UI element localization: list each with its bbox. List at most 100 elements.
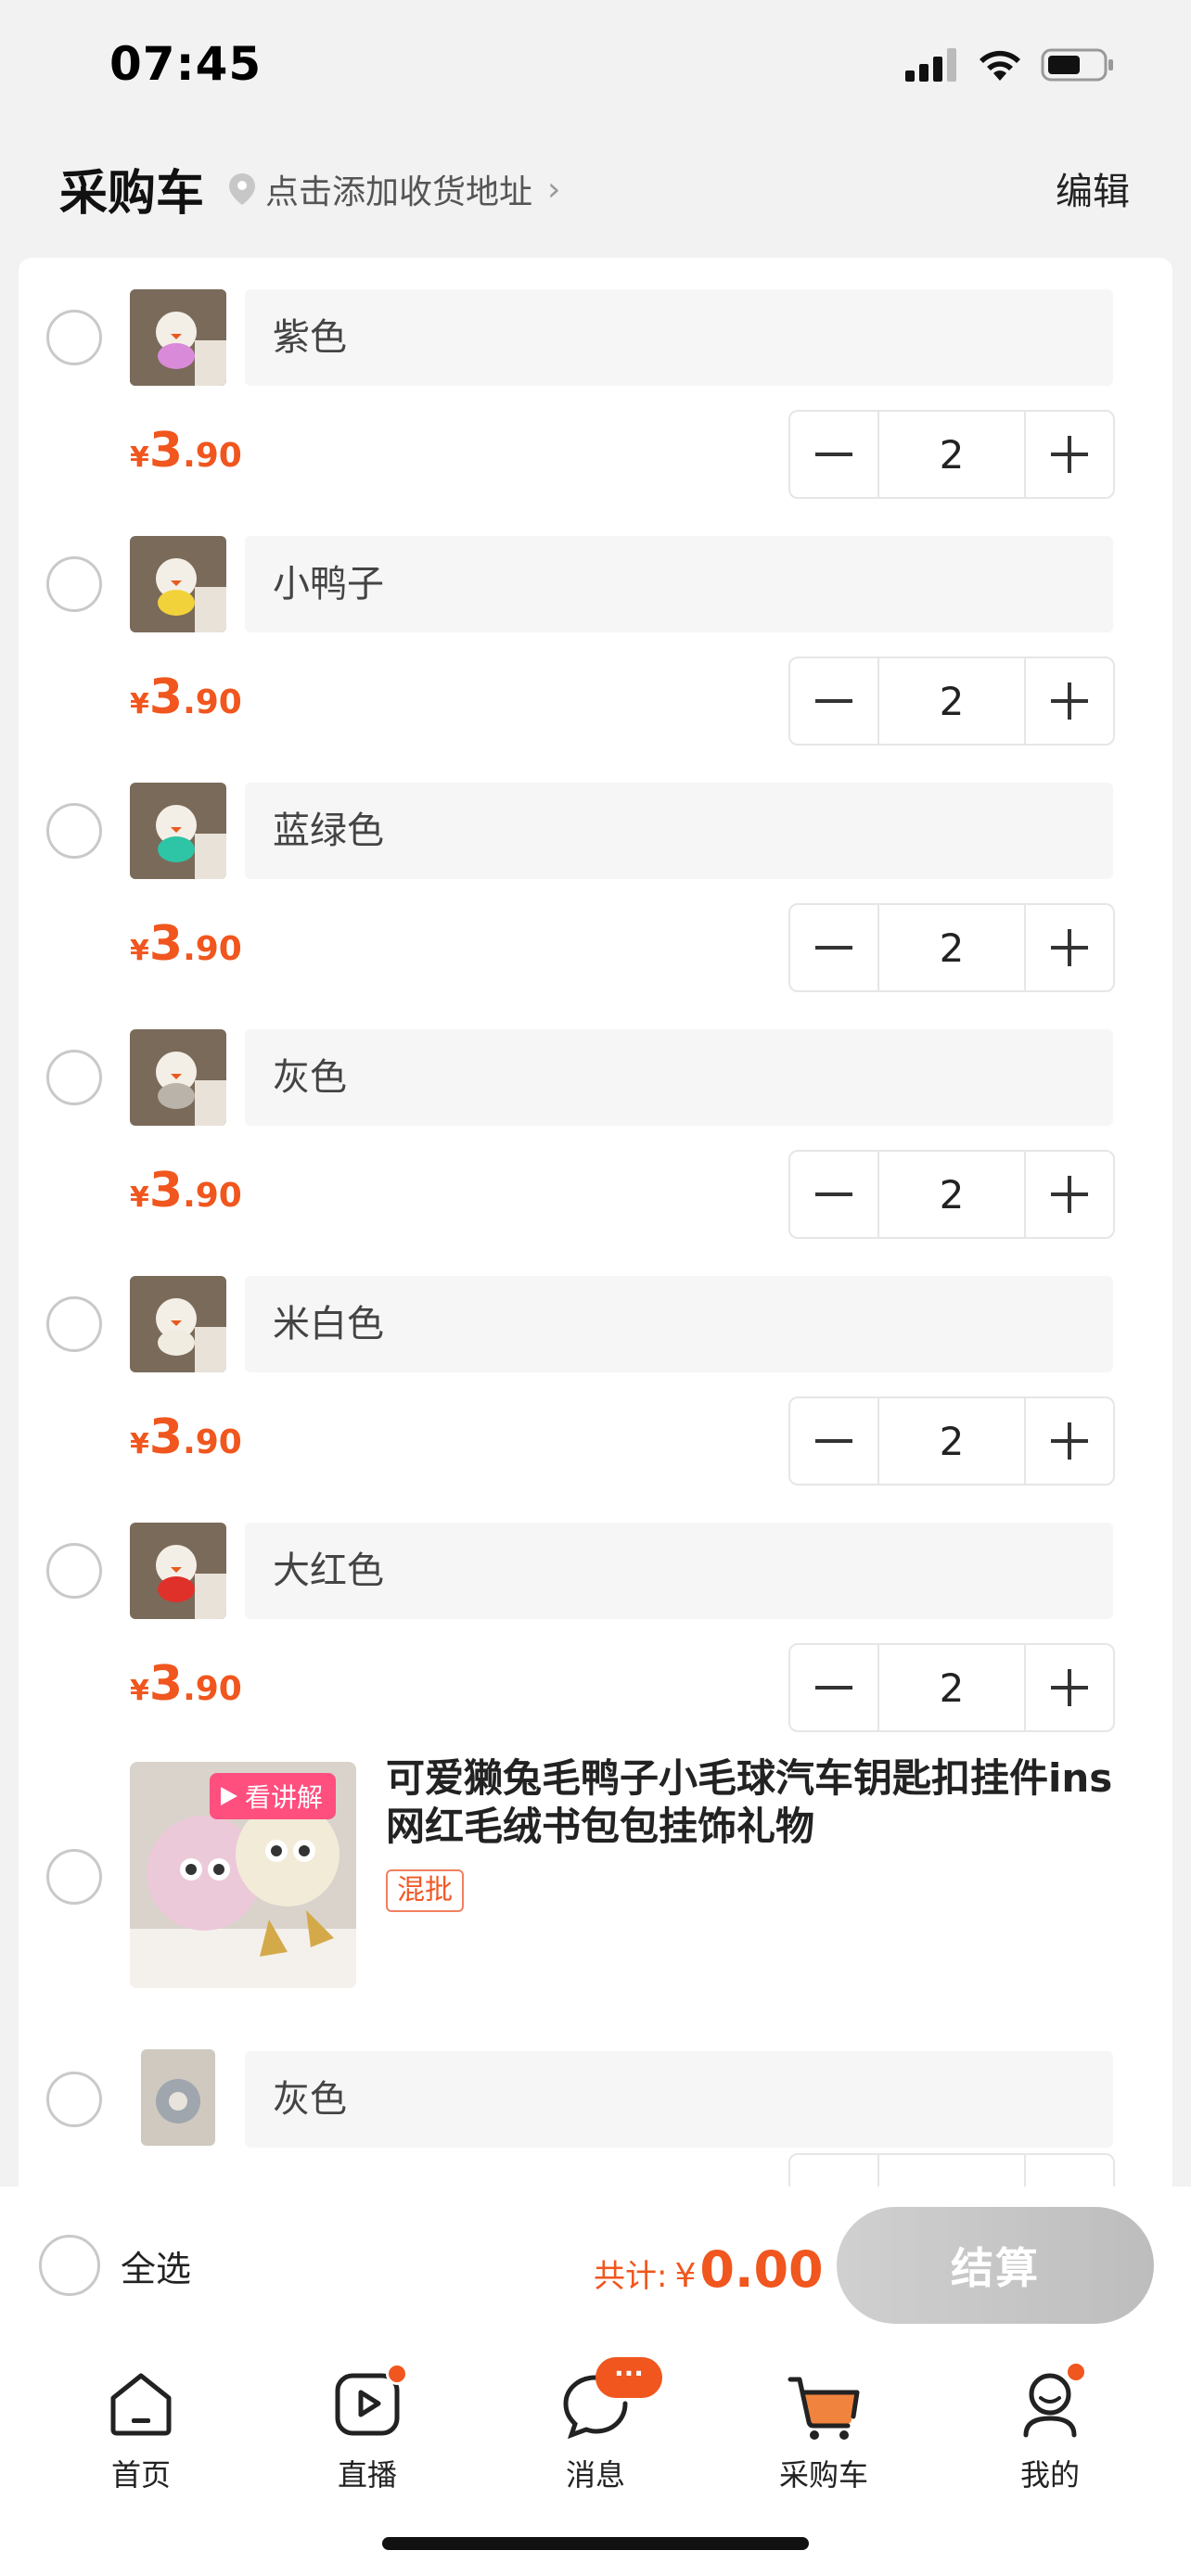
live-explain-badge[interactable]: 看讲解: [210, 1773, 337, 1819]
variant-selector[interactable]: 紫色: [245, 289, 1113, 386]
cart-item-price-row: ¥3.90 2: [19, 657, 1172, 746]
duck-keychain-image: [130, 289, 226, 386]
duck-keychain-image: [130, 1276, 226, 1372]
cart-item-price-row: ¥3.90 2: [19, 410, 1172, 499]
item-price: ¥3.90: [130, 1163, 242, 1218]
cart-item-variant-row: 小鸭子: [19, 532, 1172, 636]
product-checkbox[interactable]: [46, 1849, 102, 1905]
profile-icon: [1013, 2361, 1087, 2441]
item-price: ¥3.90: [130, 670, 242, 725]
duck-keychain-image: [130, 1523, 226, 1619]
item-checkbox[interactable]: [46, 803, 102, 859]
cart-item-variant-row: 灰色: [19, 1026, 1172, 1129]
increase-button[interactable]: [1026, 412, 1113, 497]
page-title: 采购车: [59, 166, 205, 222]
duck-keychain-image: [130, 1029, 226, 1126]
message-icon: ···: [558, 2357, 662, 2441]
variant-selector[interactable]: 米白色: [245, 1276, 1113, 1372]
increase-button[interactable]: [1026, 1645, 1113, 1730]
increase-button[interactable]: [1026, 2155, 1113, 2187]
checkout-button[interactable]: 结算: [837, 2207, 1154, 2324]
item-price: ¥3.90: [130, 1409, 242, 1465]
quantity-value[interactable]: 2: [877, 1645, 1026, 1730]
tab-messages[interactable]: ··· 消息: [503, 2357, 688, 2494]
select-all[interactable]: 全选: [39, 2235, 191, 2296]
increase-button[interactable]: [1026, 1152, 1113, 1237]
variant-selector[interactable]: 灰色: [245, 1029, 1113, 1126]
item-checkbox[interactable]: [46, 1050, 102, 1105]
decrease-button[interactable]: [790, 1645, 877, 1730]
item-checkbox[interactable]: [46, 1296, 102, 1352]
live-icon: [330, 2363, 408, 2441]
live-badge-label: 看讲解: [245, 1782, 324, 1813]
variant-selector[interactable]: 大红色: [245, 1523, 1113, 1619]
quantity-value[interactable]: 2: [877, 1152, 1026, 1237]
tab-live[interactable]: 直播: [275, 2363, 460, 2494]
tab-label: 首页: [110, 2457, 171, 2493]
duck-keychain-image: [130, 536, 226, 632]
status-time: 07:45: [109, 37, 263, 91]
cart-item-variant-row: 大红色: [19, 1519, 1172, 1623]
play-icon: [221, 1787, 237, 1805]
battery-icon: [1041, 48, 1113, 82]
item-thumbnail: [141, 2049, 215, 2146]
cart-item-variant-row: 紫色: [19, 286, 1172, 389]
variant-selector[interactable]: 小鸭子: [245, 536, 1113, 632]
quantity-stepper: 2: [788, 1396, 1115, 1486]
cart-item-variant-row: 蓝绿色: [19, 779, 1172, 883]
status-icons: [905, 46, 1115, 83]
quantity-stepper: 2: [788, 410, 1115, 499]
plus-icon: [1051, 682, 1088, 720]
plus-icon: [1051, 1176, 1088, 1213]
notification-dot: [1065, 2361, 1087, 2383]
quantity-stepper: 2: [788, 903, 1115, 992]
decrease-button[interactable]: [790, 905, 877, 990]
tab-home[interactable]: 首页: [48, 2366, 234, 2494]
item-checkbox[interactable]: [46, 1543, 102, 1599]
item-price: ¥3.90: [130, 916, 242, 972]
item-checkbox[interactable]: [46, 310, 102, 365]
quantity-value[interactable]: 2: [877, 1398, 1026, 1484]
decrease-button[interactable]: [790, 2155, 877, 2187]
plus-icon: [1051, 1422, 1088, 1460]
increase-button[interactable]: [1026, 1398, 1113, 1484]
variant-selector[interactable]: 蓝绿色: [245, 783, 1113, 879]
minus-icon: [815, 1686, 852, 1690]
tab-profile[interactable]: 我的: [957, 2361, 1143, 2494]
cart-list: 紫色 ¥3.90 2 小鸭子 ¥3.90 2 蓝绿色 ¥3.90 2 灰色 ¥3…: [19, 258, 1172, 2187]
minus-icon: [815, 453, 852, 456]
cart-icon: [787, 2366, 861, 2441]
home-indicator[interactable]: [382, 2537, 809, 2550]
tab-label: 采购车: [778, 2457, 868, 2493]
select-all-checkbox[interactable]: [39, 2235, 100, 2296]
message-badge: ···: [596, 2357, 662, 2398]
cart-item-price-row: ¥3.90 2: [19, 903, 1172, 992]
quantity-value[interactable]: 2: [877, 412, 1026, 497]
increase-button[interactable]: [1026, 658, 1113, 744]
decrease-button[interactable]: [790, 1152, 877, 1237]
item-thumbnail: [130, 289, 226, 386]
quantity-value[interactable]: 2: [877, 658, 1026, 744]
quantity-value[interactable]: [877, 2155, 1026, 2187]
decrease-button[interactable]: [790, 1398, 877, 1484]
item-price: ¥3.90: [130, 423, 242, 478]
edit-button[interactable]: 编辑: [1056, 161, 1130, 215]
item-thumbnail: [130, 1276, 226, 1372]
item-price: ¥3.90: [130, 1656, 242, 1712]
cart-item-price-row: ¥3.90 2: [19, 1150, 1172, 1239]
tab-label: 直播: [337, 2457, 397, 2493]
decrease-button[interactable]: [790, 658, 877, 744]
minus-icon: [815, 1192, 852, 1196]
increase-button[interactable]: [1026, 905, 1113, 990]
item-checkbox[interactable]: [46, 2072, 102, 2127]
tab-cart[interactable]: 采购车: [731, 2366, 916, 2494]
quantity-value[interactable]: 2: [877, 905, 1026, 990]
address-selector[interactable]: 点击添加收货地址 ›: [228, 165, 560, 213]
decrease-button[interactable]: [790, 412, 877, 497]
variant-selector[interactable]: 灰色: [245, 2051, 1113, 2148]
cart-item-variant-row: 米白色: [19, 1272, 1172, 1376]
product-image[interactable]: 看讲解: [130, 1762, 356, 1988]
product-title[interactable]: 可爱獭兔毛鸭子小毛球汽车钥匙扣挂件ins网红毛绒书包包挂饰礼物: [386, 1754, 1146, 1851]
item-checkbox[interactable]: [46, 556, 102, 612]
tab-label: 消息: [565, 2457, 625, 2493]
